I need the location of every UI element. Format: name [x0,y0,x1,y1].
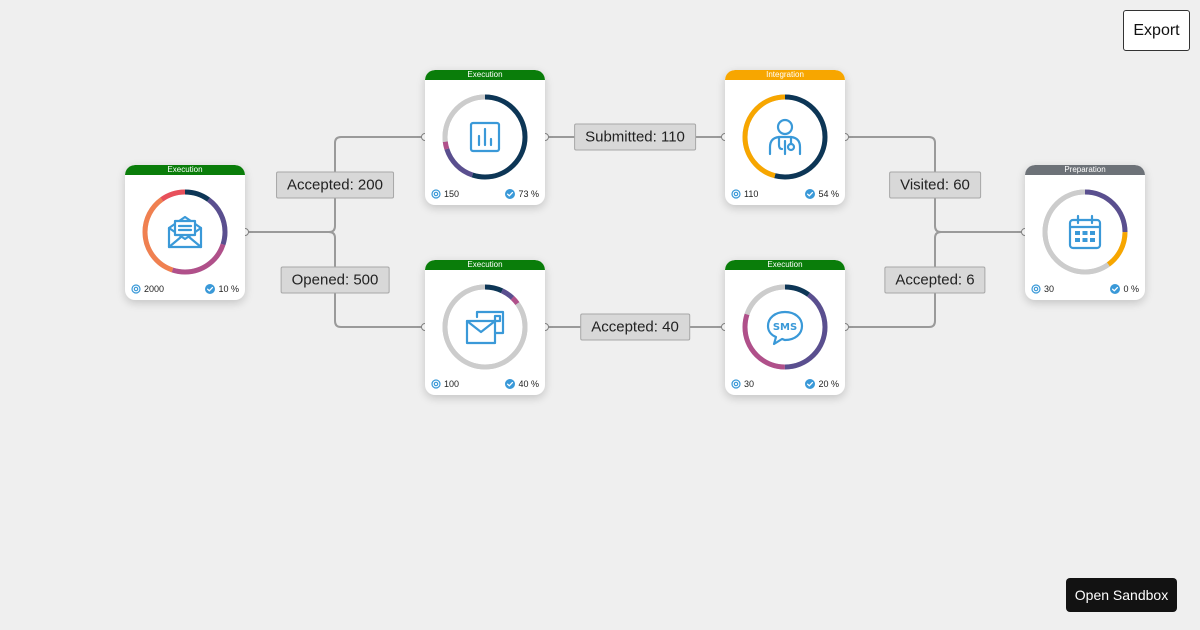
node-percent: 73 % [505,189,539,199]
node-count: 30 [731,379,754,389]
node-status-header: Execution [425,70,545,80]
check-circle-icon [205,284,216,294]
check-circle-icon [505,379,516,389]
node-percent-value: 10 % [218,284,239,294]
node-status-header: Execution [125,165,245,175]
node-count: 2000 [131,284,164,294]
direct-mail-icon [465,307,505,347]
node-count-value: 100 [444,379,460,389]
open-sandbox-button[interactable]: Open Sandbox [1066,578,1177,612]
node-percent: 40 % [505,379,539,389]
node-percent-value: 73 % [518,189,539,199]
node-count: 150 [431,189,459,199]
edge-label[interactable]: Submitted: 110 [574,123,696,151]
edge-label[interactable]: Accepted: 40 [580,313,690,341]
edge-label[interactable]: Accepted: 6 [884,266,986,294]
check-circle-icon [805,379,816,389]
node-footer: 30 20 % [731,377,839,391]
node-count: 100 [431,379,459,389]
node-footer: 2000 10 % [131,282,239,296]
edge-label[interactable]: Visited: 60 [889,171,981,199]
bar-chart-icon [465,117,505,157]
node-count-value: 2000 [144,284,165,294]
node-footer: 30 0 % [1031,282,1139,296]
node-email[interactable]: Execution 2000 10 % [125,165,245,300]
node-survey[interactable]: Execution 150 73 % [425,70,545,205]
node-status-header: Execution [725,260,845,270]
target-icon [731,379,741,389]
workflow-canvas[interactable]: Execution 2000 10 % Execution 150 73 % Executi… [0,0,1200,630]
node-calendar[interactable]: Preparation 30 0 % [1025,165,1145,300]
node-doctor[interactable]: Integration 110 54 % [725,70,845,205]
node-status-header: Integration [725,70,845,80]
edge-label[interactable]: Opened: 500 [280,266,390,294]
target-icon [431,189,441,199]
svg-text:SMS: SMS [773,322,797,333]
target-icon [431,379,441,389]
node-count-value: 150 [444,189,460,199]
node-percent: 20 % [805,379,839,389]
target-icon [131,284,141,294]
node-count: 30 [1031,284,1054,294]
check-circle-icon [505,189,516,199]
target-icon [1031,284,1041,294]
node-percent-value: 20 % [818,379,839,389]
node-footer: 100 40 % [431,377,539,391]
node-percent: 10 % [205,284,239,294]
edge-label[interactable]: Accepted: 200 [276,171,394,199]
node-status-header: Execution [425,260,545,270]
check-circle-icon [1110,284,1121,294]
target-icon [731,189,741,199]
node-count: 110 [731,189,758,199]
node-percent-value: 0 % [1123,284,1139,294]
export-button[interactable]: Export [1123,10,1190,51]
envelope-open-icon [165,212,205,252]
check-circle-icon [805,189,816,199]
node-footer: 150 73 % [431,187,539,201]
sms-icon: SMS [765,307,805,347]
node-percent-value: 40 % [518,379,539,389]
node-percent: 0 % [1110,284,1139,294]
node-status-header: Preparation [1025,165,1145,175]
node-sms[interactable]: Execution SMS 30 20 % [725,260,845,395]
node-footer: 110 54 % [731,187,839,201]
node-percent: 54 % [805,189,839,199]
node-count-value: 30 [744,379,755,389]
node-mail[interactable]: Execution 100 40 % [425,260,545,395]
node-count-value: 30 [1044,284,1055,294]
node-percent-value: 54 % [818,189,839,199]
calendar-icon [1065,212,1105,252]
doctor-icon [765,117,805,157]
node-count-value: 110 [744,189,759,199]
